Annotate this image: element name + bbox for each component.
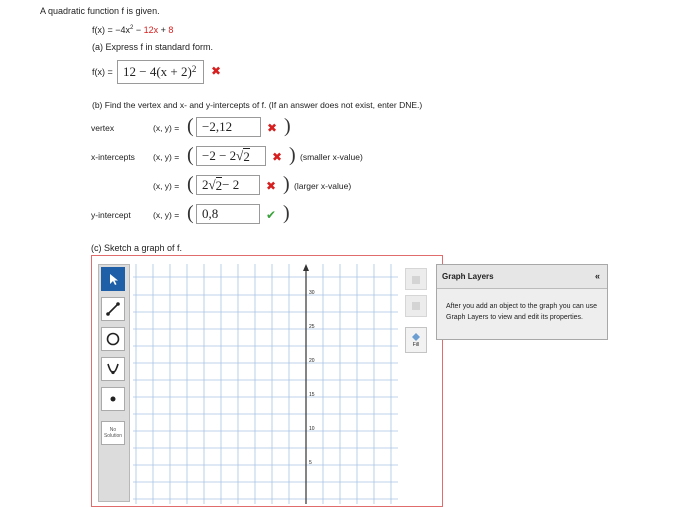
vertex-label: vertex: [91, 123, 115, 133]
undo-icon: [412, 302, 420, 310]
point-tool-button[interactable]: [101, 387, 125, 411]
pointer-icon: [110, 274, 118, 285]
no-solution-label-2: Solution: [103, 433, 123, 439]
incorrect-x-icon: ✖: [267, 121, 278, 135]
fill-label: Fill: [412, 342, 420, 348]
delete-icon: [412, 276, 420, 284]
function-term-2: 12x: [143, 25, 159, 35]
function-op-2: +: [158, 25, 169, 35]
x-intercept-larger-note: (larger x-value): [294, 181, 352, 191]
vertex-open-paren: (: [187, 115, 194, 137]
paint-bucket-icon: [412, 333, 420, 341]
incorrect-x-icon: ✖: [266, 179, 277, 193]
circle-tool-button[interactable]: [101, 327, 125, 351]
parabola-tool-button[interactable]: [101, 357, 125, 381]
y-tick-label: 15: [309, 392, 315, 398]
fill-button[interactable]: Fill: [405, 327, 427, 353]
x-intercept-smaller-radicand: 2: [243, 147, 250, 164]
graph-layers-panel: Graph Layers « After you add an object t…: [436, 264, 608, 340]
line-tool-button[interactable]: [101, 297, 125, 321]
vertex-answer-field[interactable]: −2,12: [196, 117, 261, 137]
pointer-tool-button[interactable]: [101, 267, 125, 291]
graph-layers-header: Graph Layers: [437, 265, 607, 289]
x-intercept-2-close-paren: ): [283, 173, 290, 195]
y-intercept-open-paren: (: [187, 202, 194, 224]
function-term-3: 8: [168, 25, 174, 35]
correct-check-icon: ✔: [266, 208, 277, 222]
graph-layers-title: Graph Layers: [442, 272, 494, 281]
graph-layers-description: After you add an object to the graph you…: [446, 303, 597, 321]
sqrt-symbol: √: [236, 148, 244, 163]
function-term-1: −4x: [115, 25, 131, 35]
graph-canvas[interactable]: 30 25 20 15 10 5: [133, 264, 398, 504]
graph-grid: [133, 264, 398, 504]
y-tick-label: 30: [309, 290, 315, 296]
x-intercept-1-open-paren: (: [187, 144, 194, 166]
standard-form-answer: 12 − 4(x + 2): [123, 64, 192, 79]
vertex-coord-label: (x, y) =: [153, 123, 180, 133]
circle-icon: [106, 332, 120, 346]
x-intercept-larger-suffix: − 2: [222, 177, 240, 192]
standard-form-answer-field[interactable]: 12 − 4(x + 2) 2: [117, 60, 204, 84]
undo-button[interactable]: [405, 295, 427, 317]
x-intercept-2-open-paren: (: [187, 173, 194, 195]
part-c-prompt: (c) Sketch a graph of f.: [91, 243, 183, 253]
x-intercept-1-close-paren: ): [289, 144, 296, 166]
sqrt-symbol: √: [208, 177, 216, 192]
part-a-lhs: f(x) =: [92, 67, 113, 77]
vertex-close-paren: ): [284, 115, 291, 137]
part-b-prompt: (b) Find the vertex and x- and y-interce…: [92, 100, 423, 110]
graph-toolbar: No Solution: [98, 264, 130, 502]
function-lhs: f(x) =: [92, 25, 116, 35]
vertex-answer: −2,12: [202, 119, 233, 134]
part-a-prompt: (a) Express f in standard form.: [92, 42, 214, 52]
x-intercept-larger-field[interactable]: 2 √ 2 − 2: [196, 175, 260, 195]
function-op-1: −: [133, 25, 144, 35]
y-intercept-answer-field[interactable]: 0,8: [196, 204, 260, 224]
x-intercept-smaller-note: (smaller x-value): [300, 152, 363, 162]
point-icon: [110, 396, 116, 402]
x-intercepts-label: x-intercepts: [91, 152, 135, 162]
y-intercept-coord-label: (x, y) =: [153, 210, 180, 220]
incorrect-x-icon: ✖: [272, 150, 283, 164]
problem-intro: A quadratic function f is given.: [40, 6, 160, 16]
line-icon: [106, 302, 120, 316]
function-definition: f(x) = −4x2 − 12x + 8: [92, 25, 173, 35]
y-tick-label: 20: [309, 358, 315, 364]
x-intercept-smaller-field[interactable]: −2 − 2 √ 2: [196, 146, 266, 166]
y-tick-label: 5: [309, 460, 312, 466]
no-solution-button[interactable]: No Solution: [101, 421, 125, 445]
y-intercept-label: y-intercept: [91, 210, 131, 220]
delete-button[interactable]: [405, 268, 427, 290]
y-tick-label: 10: [309, 426, 315, 432]
standard-form-exponent: 2: [191, 64, 197, 74]
parabola-icon: [107, 363, 119, 375]
collapse-panel-button[interactable]: «: [595, 271, 600, 281]
x-intercept-2-coord-label: (x, y) =: [153, 181, 180, 191]
y-tick-label: 25: [309, 324, 315, 330]
incorrect-x-icon: ✖: [211, 64, 222, 78]
y-intercept-answer: 0,8: [202, 206, 219, 221]
y-intercept-close-paren: ): [283, 202, 290, 224]
x-intercept-smaller-prefix: −2 − 2: [202, 148, 237, 163]
x-intercept-1-coord-label: (x, y) =: [153, 152, 180, 162]
